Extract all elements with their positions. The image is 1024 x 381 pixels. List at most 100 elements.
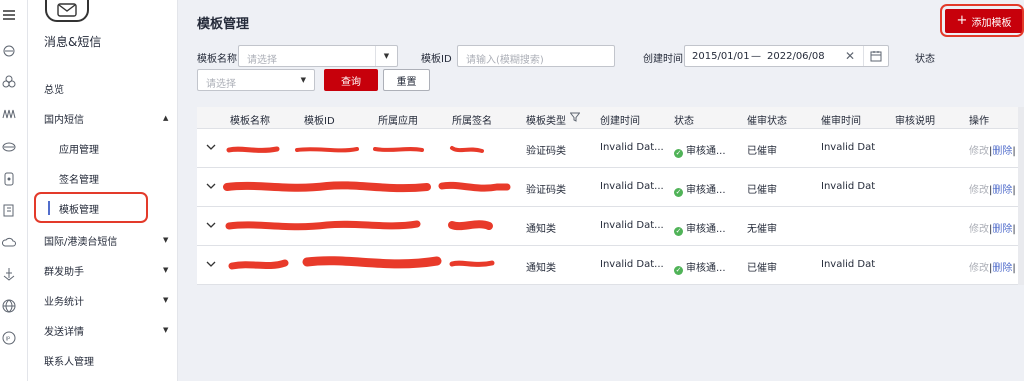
menu-icon[interactable] xyxy=(2,8,16,22)
cell-status: ✓ 审核通... xyxy=(674,146,726,158)
table-scrollbar[interactable] xyxy=(1018,107,1024,285)
cell-template-type: 通知类 xyxy=(526,263,556,274)
annotation-highlight-box xyxy=(34,192,148,223)
edit-link[interactable]: 修改 xyxy=(969,224,989,235)
annotation-highlight-box xyxy=(940,4,1024,37)
col-urge-status: 催审状态 xyxy=(747,116,787,127)
expand-chevron-icon[interactable] xyxy=(206,181,216,191)
delete-link[interactable]: 删除 xyxy=(992,185,1012,196)
col-actions: 操作 xyxy=(969,116,989,127)
template-name-placeholder: 请选择 xyxy=(247,55,277,66)
delete-link[interactable]: 删除 xyxy=(992,224,1012,235)
col-created-time: 创建时间 xyxy=(600,116,640,127)
service-sidebar: 消息&短信 总览 国内短信 ▲ 应用管理 签名管理 模板管理 国际/港澳台短信 … xyxy=(28,0,178,381)
cell-actions: 修改|删除| xyxy=(969,263,1016,274)
cell-template-type: 通知类 xyxy=(526,224,556,235)
reset-button[interactable]: 重置 xyxy=(383,69,430,91)
cell-created-time: Invalid Dat... xyxy=(600,259,664,270)
caret-down-icon[interactable]: ▼ xyxy=(163,296,168,304)
database-icon[interactable] xyxy=(2,140,16,154)
chevron-down-icon[interactable]: ▼ xyxy=(375,46,397,66)
service-title: 消息&短信 xyxy=(44,35,102,49)
sidebar-item-domestic-sms[interactable]: 国内短信 xyxy=(44,111,84,126)
network-icon[interactable] xyxy=(2,75,16,89)
expand-chevron-icon[interactable] xyxy=(206,142,216,152)
check-circle-icon: ✓ xyxy=(674,266,683,275)
filter-icon[interactable] xyxy=(569,112,581,122)
table-row[interactable]: 验证码类 Invalid Dat... ✓ 审核通... 已催审 Invalid … xyxy=(197,168,1024,207)
expand-chevron-icon[interactable] xyxy=(206,220,216,230)
cell-actions: 修改|删除| xyxy=(969,224,1016,235)
edit-link[interactable]: 修改 xyxy=(969,146,989,157)
caret-down-icon[interactable]: ▼ xyxy=(163,266,168,274)
edit-link[interactable]: 修改 xyxy=(969,185,989,196)
calendar-icon[interactable] xyxy=(870,50,882,62)
sidebar-item-contacts[interactable]: 联系人管理 xyxy=(44,353,94,368)
ip-icon[interactable]: IP xyxy=(2,331,16,345)
cell-created-time: Invalid Dat... xyxy=(600,142,664,153)
check-circle-icon: ✓ xyxy=(674,149,683,158)
caret-up-icon[interactable]: ▲ xyxy=(163,114,168,122)
sidebar-item-send-details[interactable]: 发送详情 xyxy=(44,323,84,338)
svg-text:IP: IP xyxy=(6,337,11,343)
cell-status: ✓ 审核通... xyxy=(674,224,726,236)
cell-template-type: 验证码类 xyxy=(526,185,566,196)
cell-status: ✓ 审核通... xyxy=(674,263,726,275)
delete-link[interactable]: 删除 xyxy=(992,146,1012,157)
template-name-select[interactable]: 请选择 ▼ xyxy=(238,45,398,67)
sidebar-item-overview[interactable]: 总览 xyxy=(44,81,64,96)
template-id-input[interactable]: 请输入(模糊搜索) xyxy=(457,45,615,67)
clear-icon[interactable]: ✕ xyxy=(845,49,855,63)
table-row[interactable]: 通知类 Invalid Dat... ✓ 审核通... 无催审 修改|删除| xyxy=(197,207,1024,246)
cell-created-time: Invalid Dat... xyxy=(600,181,664,192)
status-placeholder: 请选择 xyxy=(206,79,236,90)
waves-icon[interactable] xyxy=(2,107,16,121)
table-header: 模板名称 模板ID 所属应用 所属签名 模板类型 创建时间 状态 催审状态 催审… xyxy=(197,107,1024,129)
table-row[interactable]: 通知类 Invalid Dat... ✓ 审核通... 已催审 Invalid D… xyxy=(197,246,1024,285)
query-button[interactable]: 查询 xyxy=(324,69,378,91)
cell-urge-status: 无催审 xyxy=(747,224,777,235)
cloud-icon[interactable] xyxy=(2,235,16,249)
cell-actions: 修改|删除| xyxy=(969,185,1016,196)
cell-urge-time: Invalid Dat xyxy=(821,259,876,270)
created-time-label: 创建时间 xyxy=(643,54,683,65)
sidebar-item-bulk-assistant[interactable]: 群发助手 xyxy=(44,263,84,278)
globe-icon[interactable] xyxy=(2,299,16,313)
cell-status: ✓ 审核通... xyxy=(674,185,726,197)
cell-urge-time: Invalid Dat xyxy=(821,142,876,153)
sidebar-item-app-management[interactable]: 应用管理 xyxy=(59,141,99,156)
date-range-picker[interactable]: 2015/01/01 — 2022/06/08 ✕ xyxy=(684,45,889,67)
cell-template-type: 验证码类 xyxy=(526,146,566,157)
main-content: 模板管理 + 添加模板 模板名称 请选择 ▼ 模板ID 请输入(模糊搜索) 创建… xyxy=(178,0,1024,381)
cloud-service-icon[interactable] xyxy=(2,43,16,57)
table-row[interactable]: 验证码类 Invalid Dat... ✓ 审核通... 已催审 Invalid … xyxy=(197,129,1024,168)
sidebar-item-business-stats[interactable]: 业务统计 xyxy=(44,293,84,308)
icon-rail: IP xyxy=(0,0,28,381)
caret-down-icon[interactable]: ▼ xyxy=(163,236,168,244)
end-date[interactable]: 2022/06/08 xyxy=(767,51,825,62)
col-signature: 所属签名 xyxy=(452,116,492,127)
col-status: 状态 xyxy=(674,116,694,127)
cell-urge-status: 已催审 xyxy=(747,185,777,196)
edit-link[interactable]: 修改 xyxy=(969,263,989,274)
sidebar-item-international-sms[interactable]: 国际/港澳台短信 xyxy=(44,233,117,248)
col-app: 所属应用 xyxy=(378,116,418,127)
template-id-label: 模板ID xyxy=(421,54,452,65)
template-table: 模板名称 模板ID 所属应用 所属签名 模板类型 创建时间 状态 催审状态 催审… xyxy=(197,107,1024,285)
cell-actions: 修改|删除| xyxy=(969,146,1016,157)
chevron-down-icon[interactable]: ▼ xyxy=(301,76,306,84)
delete-link[interactable]: 删除 xyxy=(992,263,1012,274)
sidebar-item-signature-management[interactable]: 签名管理 xyxy=(59,171,99,186)
check-circle-icon: ✓ xyxy=(674,188,683,197)
status-select[interactable]: 请选择 ▼ xyxy=(197,69,315,91)
ship-icon[interactable] xyxy=(2,267,16,281)
template-name-label: 模板名称 xyxy=(197,54,237,65)
expand-chevron-icon[interactable] xyxy=(206,259,216,269)
start-date[interactable]: 2015/01/01 xyxy=(692,51,750,62)
divider xyxy=(863,46,864,66)
col-template-type: 模板类型 xyxy=(526,116,566,127)
caret-down-icon[interactable]: ▼ xyxy=(163,326,168,334)
document-icon[interactable] xyxy=(2,203,16,217)
file-icon[interactable] xyxy=(2,172,16,186)
page-title: 模板管理 xyxy=(197,17,250,32)
